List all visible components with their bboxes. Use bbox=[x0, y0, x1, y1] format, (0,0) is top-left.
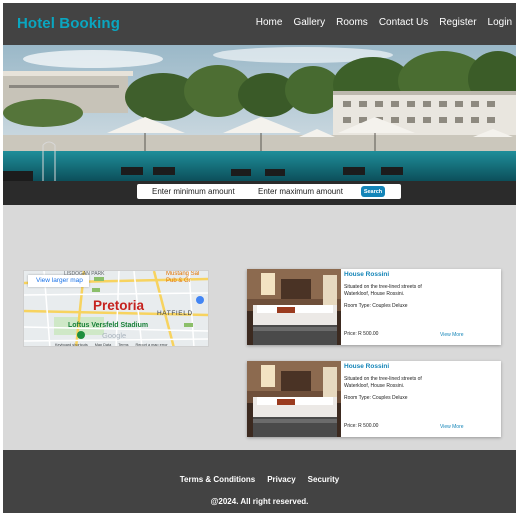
google-logo: Google bbox=[102, 331, 127, 340]
listing-room-type: Room Type: Couples Deluxe bbox=[344, 303, 408, 309]
map-label-mustang: Mustang Sal Pub & Gr bbox=[166, 271, 200, 284]
map-label-stadium: Loftus Versfeld Stadium bbox=[68, 322, 149, 329]
map-label-city: Pretoria bbox=[93, 298, 145, 313]
listing-room-type: Room Type: Couples Deluxe bbox=[344, 395, 408, 401]
page: Hotel Booking Home Gallery Rooms Contact… bbox=[3, 3, 516, 513]
copyright-text: @2024. All right reserved. bbox=[210, 497, 309, 506]
map-label-park: LISDOGAN PARK bbox=[64, 271, 105, 277]
map-label-hatfield: HATFIELD bbox=[157, 310, 193, 317]
hero-image bbox=[3, 45, 516, 181]
room-photo bbox=[247, 269, 341, 345]
room-photo bbox=[247, 361, 341, 437]
nav-contact-us[interactable]: Contact Us bbox=[379, 17, 428, 28]
map-footer-terms[interactable]: Terms bbox=[118, 343, 128, 346]
listing-card: House Rossini Situated on the tree-lined… bbox=[247, 361, 501, 437]
navbar: Hotel Booking Home Gallery Rooms Contact… bbox=[3, 3, 516, 45]
max-amount-input[interactable] bbox=[243, 185, 357, 198]
min-amount-input[interactable] bbox=[137, 185, 243, 198]
footer: Terms & Conditions Privacy Security @202… bbox=[3, 450, 516, 513]
nav-login[interactable]: Login bbox=[488, 17, 512, 28]
nav-rooms[interactable]: Rooms bbox=[336, 17, 368, 28]
search-button[interactable]: Search bbox=[361, 186, 385, 197]
listing-price: Price: R 500.00 bbox=[344, 423, 379, 429]
footer-links: Terms & Conditions Privacy Security bbox=[3, 475, 516, 484]
nav-gallery[interactable]: Gallery bbox=[293, 17, 325, 28]
view-more-link[interactable]: View More bbox=[440, 424, 464, 430]
map-footer: Keyboard shortcuts Map Data Terms Report… bbox=[55, 343, 168, 346]
footer-terms-link[interactable]: Terms & Conditions bbox=[180, 475, 255, 484]
nav-register[interactable]: Register bbox=[439, 17, 476, 28]
listing-card: House Rossini Situated on the tree-lined… bbox=[247, 269, 501, 345]
footer-privacy-link[interactable]: Privacy bbox=[267, 475, 295, 484]
brand-logo[interactable]: Hotel Booking bbox=[17, 15, 120, 32]
stadium-pin-icon bbox=[77, 331, 85, 339]
map-footer-shortcuts[interactable]: Keyboard shortcuts bbox=[55, 343, 88, 346]
nav-home[interactable]: Home bbox=[256, 17, 283, 28]
map-footer-report[interactable]: Report a map error bbox=[136, 343, 168, 346]
main-nav: Home Gallery Rooms Contact Us Register L… bbox=[256, 17, 512, 28]
listing-title: House Rossini bbox=[344, 363, 390, 370]
footer-security-link[interactable]: Security bbox=[308, 475, 340, 484]
listing-title: House Rossini bbox=[344, 271, 390, 278]
view-more-link[interactable]: View More bbox=[440, 332, 464, 338]
listing-description: Situated on the tree-lined streets of Wa… bbox=[344, 376, 422, 389]
listing-description: Situated on the tree-lined streets of Wa… bbox=[344, 284, 422, 297]
location-map[interactable]: View larger map LISDOGAN PARK Mustang Sa… bbox=[23, 270, 209, 347]
map-footer-data[interactable]: Map Data bbox=[95, 343, 111, 346]
listing-price: Price: R 500.00 bbox=[344, 331, 379, 337]
price-search-bar: Search bbox=[137, 184, 401, 199]
